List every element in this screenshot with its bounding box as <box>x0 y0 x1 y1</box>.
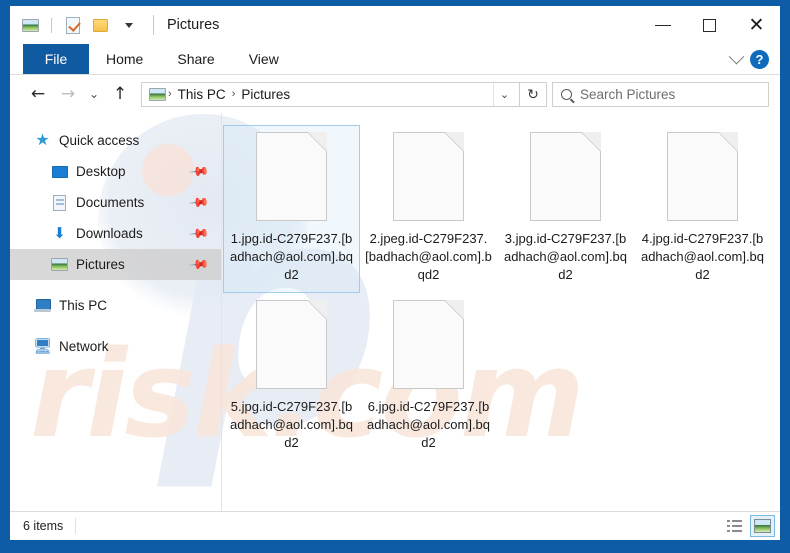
minimize-button[interactable] <box>639 6 686 44</box>
properties-icon[interactable] <box>62 15 83 36</box>
ribbon-controls: ? <box>728 44 780 74</box>
generic-file-icon <box>256 300 327 389</box>
file-item[interactable]: 5.jpg.id-C279F237.[badhach@aol.com].bqd2 <box>223 293 360 461</box>
sidebar-item-label: Documents <box>76 195 145 210</box>
search-icon <box>561 88 572 100</box>
address-bar-row: ← → ⌄ ↑ › This PC › Pictures ⌄ ↻ Search … <box>10 75 780 113</box>
sidebar-item-pictures[interactable]: Pictures 📌 <box>10 249 221 280</box>
tab-home[interactable]: Home <box>89 44 160 74</box>
details-view-button[interactable] <box>722 515 747 537</box>
file-item[interactable]: 4.jpg.id-C279F237.[badhach@aol.com].bqd2 <box>634 125 771 293</box>
toolbar-divider <box>51 17 52 33</box>
new-folder-icon[interactable] <box>90 15 111 36</box>
sidebar-item-this-pc[interactable]: This PC <box>10 290 221 321</box>
file-name: 1.jpg.id-C279F237.[badhach@aol.com].bqd2 <box>229 231 354 282</box>
title-bar: Pictures ✕ <box>10 6 780 44</box>
ribbon-tab-bar: File Home Share View ? <box>10 44 780 75</box>
refresh-button[interactable]: ↻ <box>520 81 547 107</box>
breadcrumb-separator: › <box>231 88 236 100</box>
large-icons-view-button[interactable] <box>750 515 775 537</box>
sidebar-item-downloads[interactable]: ⬇ Downloads 📌 <box>10 218 221 249</box>
breadcrumb-dropdown-icon[interactable]: ⌄ <box>493 82 515 106</box>
file-name: 4.jpg.id-C279F237.[badhach@aol.com].bqd2 <box>640 231 765 282</box>
sidebar-item-desktop[interactable]: Desktop 📌 <box>10 156 221 187</box>
file-item[interactable]: 3.jpg.id-C279F237.[badhach@aol.com].bqd2 <box>497 125 634 293</box>
pin-icon[interactable]: 📌 <box>188 223 210 245</box>
file-item[interactable]: 6.jpg.id-C279F237.[badhach@aol.com].bqd2 <box>360 293 497 461</box>
file-name: 2.jpeg.id-C279F237.[badhach@aol.com].bqd… <box>365 231 492 282</box>
generic-file-icon <box>393 300 464 389</box>
documents-icon <box>51 194 68 211</box>
search-placeholder: Search Pictures <box>580 86 676 102</box>
pictures-icon[interactable] <box>20 15 41 36</box>
breadcrumb-separator: › <box>168 88 172 100</box>
close-button[interactable]: ✕ <box>733 6 780 44</box>
window-title: Pictures <box>153 15 219 35</box>
sidebar-item-label: This PC <box>59 298 108 313</box>
help-icon[interactable]: ? <box>750 49 769 69</box>
pictures-icon <box>51 256 68 273</box>
breadcrumb[interactable]: › This PC › Pictures ⌄ <box>141 81 520 107</box>
pin-icon[interactable]: 📌 <box>188 192 210 214</box>
file-list-pane[interactable]: 1.jpg.id-C279F237.[badhach@aol.com].bqd2… <box>221 113 780 511</box>
breadcrumb-item-this-pc[interactable]: This PC <box>174 87 230 102</box>
file-item[interactable]: 2.jpeg.id-C279F237.[badhach@aol.com].bqd… <box>360 125 497 293</box>
tab-share[interactable]: Share <box>160 44 231 74</box>
generic-file-icon <box>530 132 601 221</box>
generic-file-icon <box>667 132 738 221</box>
star-icon: ★ <box>35 131 50 149</box>
breadcrumb-item-pictures[interactable]: Pictures <box>237 87 294 102</box>
sidebar-item-label: Desktop <box>76 164 126 179</box>
generic-file-icon <box>256 132 327 221</box>
downloads-icon: ⬇ <box>53 225 66 242</box>
breadcrumb-pictures-icon <box>149 87 166 101</box>
back-button[interactable]: ← <box>23 79 53 109</box>
maximize-button[interactable] <box>686 6 733 44</box>
file-name: 6.jpg.id-C279F237.[badhach@aol.com].bqd2 <box>366 399 491 450</box>
this-pc-icon <box>34 297 51 314</box>
file-grid: 1.jpg.id-C279F237.[badhach@aol.com].bqd2… <box>222 125 780 461</box>
sidebar-item-label: Pictures <box>76 257 125 272</box>
search-input[interactable]: Search Pictures <box>552 81 769 107</box>
generic-file-icon <box>393 132 464 221</box>
sidebar-item-label: Downloads <box>76 226 143 241</box>
up-button[interactable]: ↑ <box>105 79 135 109</box>
file-item[interactable]: 1.jpg.id-C279F237.[badhach@aol.com].bqd2 <box>223 125 360 293</box>
sidebar-item-label: Quick access <box>59 133 140 148</box>
item-count-label: 6 items <box>23 518 77 534</box>
file-explorer-window: p risk.com Pictures ✕ File Home Share Vi… <box>10 6 780 540</box>
explorer-body: ★ Quick access Desktop 📌 Documents 📌 ⬇ D… <box>10 113 780 511</box>
chevron-down-icon[interactable] <box>728 48 745 64</box>
close-icon: ✕ <box>748 13 765 36</box>
sidebar-item-network[interactable]: 🖥 Network <box>10 331 221 362</box>
status-bar: 6 items <box>10 511 780 540</box>
network-icon: 🖥 <box>32 338 53 355</box>
file-name: 3.jpg.id-C279F237.[badhach@aol.com].bqd2 <box>503 231 628 282</box>
caption-buttons: ✕ <box>639 6 780 44</box>
customize-dropdown-icon[interactable] <box>118 15 139 36</box>
recent-locations-button[interactable]: ⌄ <box>83 79 105 109</box>
file-name: 5.jpg.id-C279F237.[badhach@aol.com].bqd2 <box>229 399 354 450</box>
tab-file[interactable]: File <box>23 44 89 74</box>
tab-view[interactable]: View <box>232 44 296 74</box>
view-buttons <box>722 515 775 537</box>
pin-icon[interactable]: 📌 <box>188 161 210 183</box>
pin-icon[interactable]: 📌 <box>188 254 210 276</box>
sidebar-item-quick-access[interactable]: ★ Quick access <box>10 125 221 156</box>
forward-button[interactable]: → <box>53 79 83 109</box>
sidebar-item-label: Network <box>59 339 109 354</box>
sidebar-item-documents[interactable]: Documents 📌 <box>10 187 221 218</box>
quick-access-toolbar <box>10 15 139 36</box>
desktop-icon <box>51 163 68 180</box>
navigation-pane: ★ Quick access Desktop 📌 Documents 📌 ⬇ D… <box>10 113 221 511</box>
